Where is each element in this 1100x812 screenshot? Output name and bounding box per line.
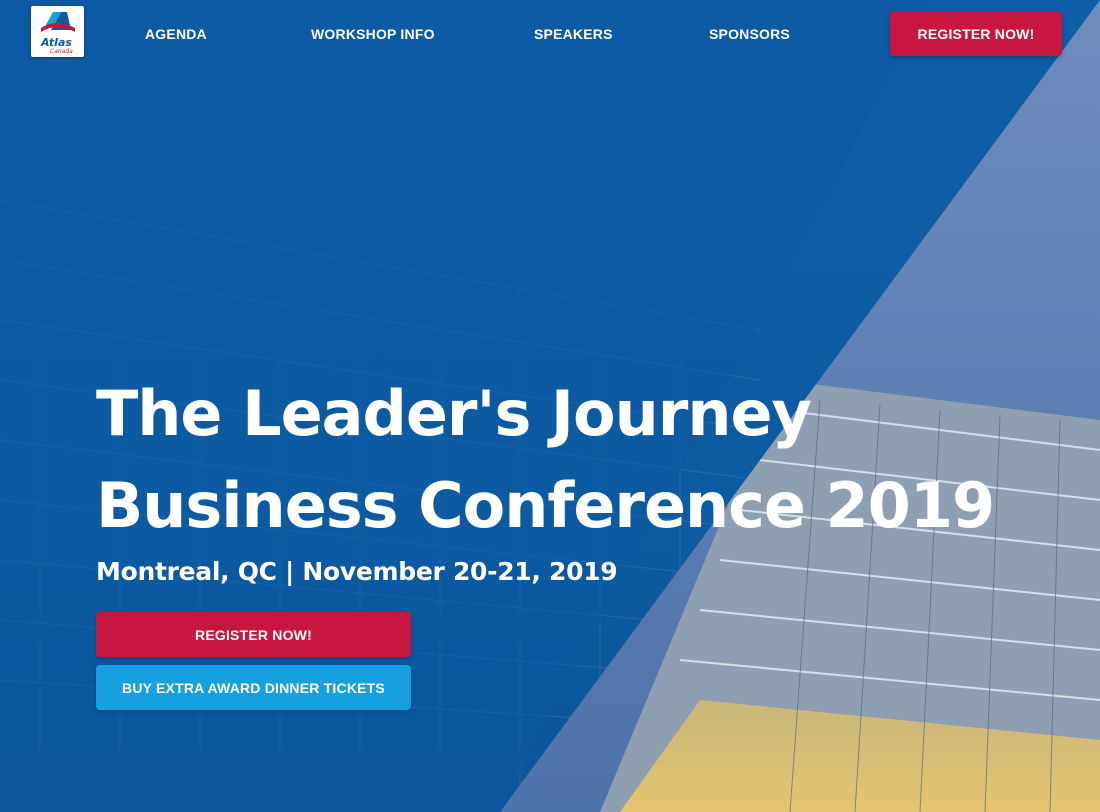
title-line-2: Business Conference 2019	[96, 469, 995, 542]
atlas-canada-logo[interactable]: Atlas Canada	[31, 6, 84, 57]
nav-link-speakers[interactable]: SPEAKERS	[534, 24, 613, 44]
nav-link-agenda[interactable]: AGENDA	[145, 24, 207, 44]
nav-link-workshop-info[interactable]: WORKSHOP INFO	[311, 24, 435, 44]
title-line-1: The Leader's Journey	[96, 377, 812, 450]
event-location-date: Montreal, QC | November 20-21, 2019	[96, 557, 618, 586]
svg-text:Canada: Canada	[50, 48, 73, 55]
nav-register-button[interactable]: REGISTER NOW!	[890, 11, 1062, 56]
buy-dinner-tickets-button[interactable]: BUY EXTRA AWARD DINNER TICKETS	[96, 665, 411, 710]
atlas-logo-icon: Atlas Canada	[40, 12, 75, 55]
nav-link-sponsors[interactable]: SPONSORS	[709, 24, 790, 44]
top-navigation: Atlas Canada AGENDA WORKSHOP INFO SPEAKE…	[0, 0, 1100, 68]
hero-section: Atlas Canada AGENDA WORKSHOP INFO SPEAKE…	[0, 0, 1100, 812]
page-title: The Leader's Journey Business Conference…	[96, 368, 995, 552]
register-button[interactable]: REGISTER NOW!	[96, 612, 411, 657]
